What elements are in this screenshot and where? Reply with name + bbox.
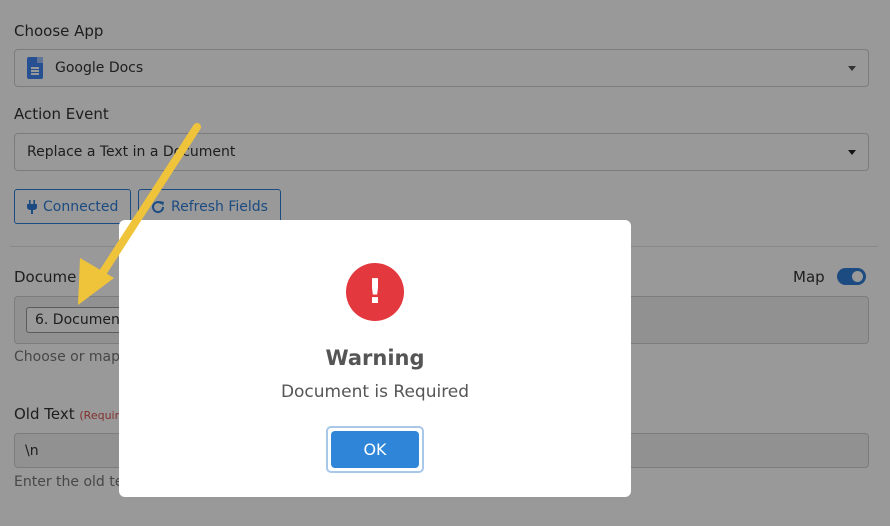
exclamation-circle-icon: ! — [346, 263, 404, 321]
dialog-title: Warning — [325, 346, 425, 370]
ok-focus-ring: OK — [326, 426, 424, 473]
warning-dialog: ! Warning Document is Required OK — [119, 220, 631, 497]
ok-button[interactable]: OK — [331, 431, 419, 468]
dialog-message: Document is Required — [280, 382, 470, 402]
